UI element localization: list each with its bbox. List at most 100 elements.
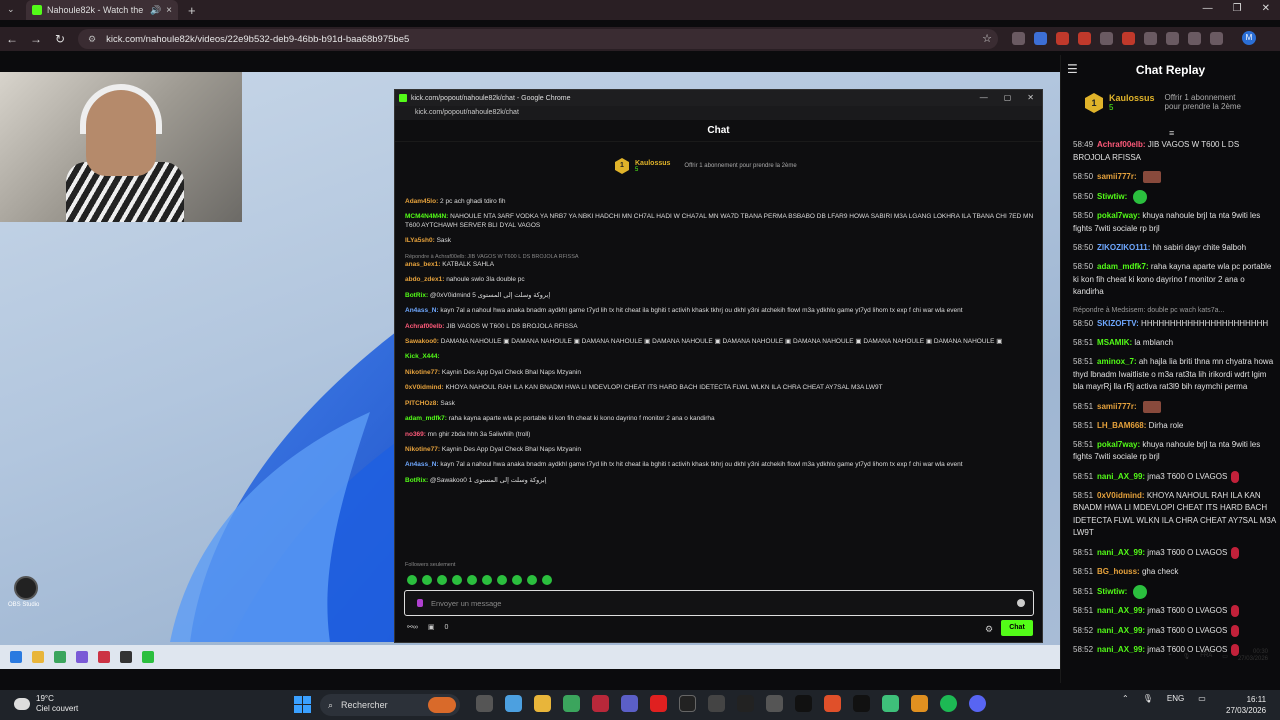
chat-username[interactable]: abdo_zdex1:: [405, 276, 444, 283]
chat-username[interactable]: Nikotine77:: [405, 446, 440, 453]
profile-avatar[interactable]: M: [1242, 31, 1256, 45]
new-tab-button[interactable]: +: [188, 3, 196, 18]
back-icon[interactable]: ←: [0, 32, 24, 46]
chat-username[interactable]: nani_AX_99:: [1097, 645, 1145, 654]
extension-icon[interactable]: [1056, 32, 1069, 45]
send-chat-button[interactable]: Chat: [1001, 620, 1033, 636]
emote-icon[interactable]: [512, 575, 522, 585]
brave-icon[interactable]: [824, 695, 841, 712]
chat-username[interactable]: Stiwtiw:: [1097, 587, 1127, 596]
emoji-picker-icon[interactable]: [1017, 599, 1025, 607]
task-view-icon[interactable]: [476, 695, 493, 712]
app-icon[interactable]: [708, 695, 725, 712]
minimize-icon[interactable]: —: [1203, 3, 1213, 14]
close-window-icon[interactable]: ✕: [1262, 3, 1270, 14]
chevron-up-icon[interactable]: ⌃: [1122, 694, 1129, 703]
discord-icon[interactable]: [969, 695, 986, 712]
chat-username[interactable]: 0xV0idmind:: [405, 384, 444, 391]
chat-username[interactable]: pokal7way:: [1097, 211, 1140, 220]
taskbar-search[interactable]: ⌕ Rechercher: [320, 694, 460, 716]
app-icon[interactable]: [592, 695, 609, 712]
browser-tab[interactable]: Nahoule82k - Watch the V 🔊 ×: [26, 0, 178, 20]
chat-username[interactable]: MCM4N4M4N:: [405, 213, 448, 220]
chat-username[interactable]: BotRix:: [405, 292, 428, 299]
chat-username[interactable]: anas_bex1:: [405, 261, 440, 268]
chat-username[interactable]: ILYa5sh0:: [405, 237, 435, 244]
emote-icon[interactable]: [407, 575, 417, 585]
chat-settings-gear-icon[interactable]: ⚙: [985, 624, 993, 635]
chat-username[interactable]: Achraf00elb:: [1097, 140, 1145, 149]
chat-username[interactable]: nani_AX_99:: [1097, 548, 1145, 557]
chat-username[interactable]: MSAMIK:: [1097, 338, 1132, 347]
extension-icon[interactable]: [1144, 32, 1157, 45]
menu-icon[interactable]: ☰: [1067, 62, 1078, 76]
chat-username[interactable]: aminox_7:: [1097, 357, 1137, 366]
maximize-icon[interactable]: ▢: [1004, 93, 1012, 102]
emote-icon[interactable]: [437, 575, 447, 585]
extension-icon[interactable]: [1078, 32, 1091, 45]
spotify-icon[interactable]: [940, 695, 957, 712]
chat-username[interactable]: nani_AX_99:: [1097, 606, 1145, 615]
address-bar[interactable]: ⚙ kick.com/nahoule82k/videos/22e9b532-de…: [78, 29, 998, 49]
chat-username[interactable]: no369:: [405, 431, 426, 438]
obs-desktop-icon[interactable]: [14, 576, 38, 600]
extension-icon[interactable]: [1012, 32, 1025, 45]
collapse-pin-icon[interactable]: ≡: [1169, 128, 1174, 138]
forward-icon[interactable]: →: [24, 32, 48, 46]
fn-app-icon[interactable]: [679, 695, 696, 712]
chat-username[interactable]: Stiwtiw:: [1097, 192, 1127, 201]
chat-username[interactable]: BG_houss:: [1097, 567, 1140, 576]
emote-icon[interactable]: [497, 575, 507, 585]
bookmark-star-icon[interactable]: ☆: [982, 32, 992, 45]
chat-username[interactable]: nani_AX_99:: [1097, 472, 1145, 481]
weather-widget[interactable]: 19°C Ciel couvert: [14, 694, 78, 714]
app-icon[interactable]: [882, 695, 899, 712]
taskbar-clock[interactable]: 16:11 27/03/2026: [1226, 694, 1266, 716]
youtube-icon[interactable]: [650, 695, 667, 712]
chat-username[interactable]: samii777r:: [1097, 402, 1137, 411]
extension-icon[interactable]: [1034, 32, 1047, 45]
chat-username[interactable]: Kick_X444:: [405, 353, 440, 360]
chat-username[interactable]: Nikotine77:: [405, 369, 440, 376]
extension-icon[interactable]: [1100, 32, 1113, 45]
popout-pinned-gift[interactable]: 1 Kaulossus 5 Offrir 1 abonnement pour p…: [615, 158, 797, 174]
app-icon[interactable]: [911, 695, 928, 712]
minimize-icon[interactable]: —: [980, 93, 988, 102]
chat-username[interactable]: LH_BAM668:: [1097, 421, 1146, 430]
chat-username[interactable]: An4ass_N:: [405, 461, 439, 468]
emote-icon[interactable]: [452, 575, 462, 585]
site-info-icon[interactable]: ⚙: [88, 34, 96, 45]
app-icon[interactable]: [737, 695, 754, 712]
copilot-icon[interactable]: [505, 695, 522, 712]
replay-pinned-gift[interactable]: 1 Kaulossus 5 Offrir 1 abonnement pour p…: [1085, 93, 1249, 113]
chat-username[interactable]: pokal7way:: [1097, 440, 1140, 449]
chat-username[interactable]: SKIZOFTV:: [1097, 319, 1139, 328]
mute-icon[interactable]: 🔊: [150, 5, 161, 16]
chat-username[interactable]: PITCHOz8:: [405, 400, 439, 407]
puzzle-extensions-icon[interactable]: [1166, 32, 1179, 45]
chat-username[interactable]: adam_mdfk7:: [1097, 262, 1149, 271]
emote-icon[interactable]: [527, 575, 537, 585]
reload-icon[interactable]: ↻: [48, 32, 72, 46]
chat-username[interactable]: BotRix:: [405, 477, 428, 484]
chat-username[interactable]: Adam45lo:: [405, 198, 438, 205]
taskbar-lang[interactable]: ENG: [1167, 694, 1184, 703]
mic-icon[interactable]: 🎙: [1143, 694, 1153, 703]
extension-icon[interactable]: [1122, 32, 1135, 45]
chat-message-input[interactable]: Envoyer un message: [404, 590, 1034, 616]
emote-icon[interactable]: [482, 575, 492, 585]
downloads-icon[interactable]: [1210, 32, 1223, 45]
chat-username[interactable]: Achraf00elb:: [405, 323, 444, 330]
chat-username[interactable]: adam_mdfk7:: [405, 415, 447, 422]
teams-icon[interactable]: [621, 695, 638, 712]
chat-username[interactable]: 0xV0idmind:: [1097, 491, 1145, 500]
reading-list-icon[interactable]: [1188, 32, 1201, 45]
link-icon[interactable]: ⚯∞: [407, 623, 418, 631]
gift-icon[interactable]: ▣: [428, 623, 435, 631]
emote-icon[interactable]: [422, 575, 432, 585]
chat-username[interactable]: An4ass_N:: [405, 307, 439, 314]
network-icon[interactable]: ▭: [1198, 694, 1206, 703]
github-icon[interactable]: [766, 695, 783, 712]
chat-username[interactable]: ZIKOZIKO111:: [1097, 243, 1150, 252]
chat-username[interactable]: Sawakoo0:: [405, 338, 439, 345]
